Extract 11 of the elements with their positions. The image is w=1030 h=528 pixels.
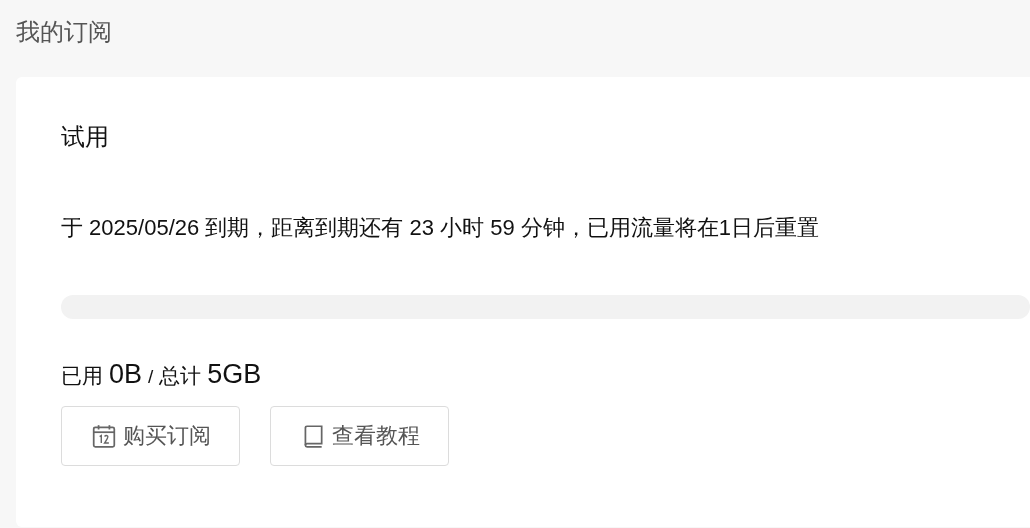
total-label: 总计 [159, 363, 202, 389]
used-label: 已用 [61, 363, 103, 389]
buy-subscription-button[interactable]: 购买订阅 [61, 406, 240, 466]
expiry-text: 于 2025/05/26 到期，距离到期还有 23 小时 59 分钟，已用流量将在1日后重置 [61, 214, 820, 242]
plan-name: 试用 [61, 122, 110, 152]
page-title: 我的订阅 [16, 17, 113, 47]
used-value: 0B [109, 359, 143, 390]
separator: / [148, 366, 154, 388]
calendar-icon [90, 423, 117, 449]
tutorial-button[interactable]: 查看教程 [270, 406, 449, 466]
total-value: 5GB [207, 359, 262, 390]
